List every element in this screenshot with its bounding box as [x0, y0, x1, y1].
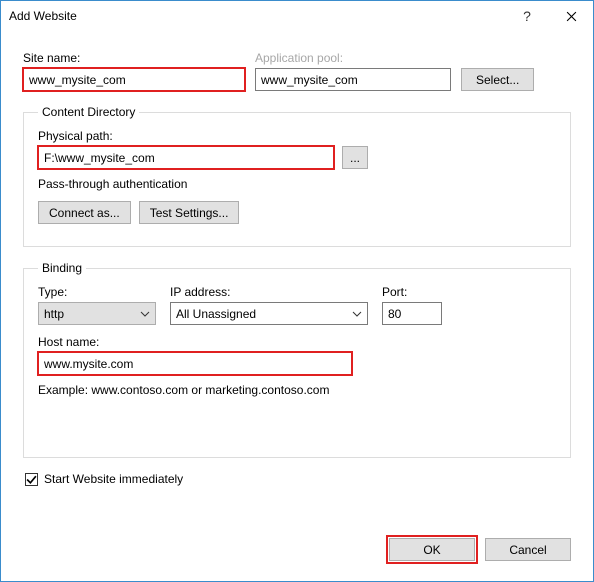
- dialog-content: Site name: Application pool: Select... C…: [1, 31, 593, 522]
- chevron-down-icon: [140, 309, 150, 319]
- help-icon: ?: [523, 8, 531, 24]
- physical-path-label: Physical path:: [38, 129, 556, 143]
- start-immediately-checkbox[interactable]: [25, 473, 38, 486]
- ok-button[interactable]: OK: [389, 538, 475, 561]
- binding-legend: Binding: [38, 261, 86, 275]
- app-pool-label: Application pool:: [255, 51, 451, 65]
- titlebar: Add Website ?: [1, 1, 593, 31]
- chevron-down-icon: [352, 309, 362, 319]
- site-name-input[interactable]: [23, 68, 245, 91]
- type-select[interactable]: http: [38, 302, 156, 325]
- binding-group: Binding Type: http IP address: All Unass…: [23, 261, 571, 458]
- connect-as-button[interactable]: Connect as...: [38, 201, 131, 224]
- port-label: Port:: [382, 285, 442, 299]
- help-button[interactable]: ?: [505, 1, 549, 31]
- host-example-text: Example: www.contoso.com or marketing.co…: [38, 383, 556, 397]
- select-app-pool-button[interactable]: Select...: [461, 68, 534, 91]
- test-settings-button[interactable]: Test Settings...: [139, 201, 240, 224]
- physical-path-input[interactable]: [38, 146, 334, 169]
- ip-select[interactable]: All Unassigned: [170, 302, 368, 325]
- window-title: Add Website: [9, 9, 77, 23]
- add-website-dialog: Add Website ? Site name: Application poo…: [0, 0, 594, 582]
- site-name-label: Site name:: [23, 51, 245, 65]
- host-label: Host name:: [38, 335, 556, 349]
- ip-label: IP address:: [170, 285, 368, 299]
- port-input[interactable]: [382, 302, 442, 325]
- app-pool-input: [255, 68, 451, 91]
- type-label: Type:: [38, 285, 156, 299]
- cancel-button[interactable]: Cancel: [485, 538, 571, 561]
- browse-path-button[interactable]: ...: [342, 146, 368, 169]
- host-name-input[interactable]: [38, 352, 352, 375]
- content-directory-group: Content Directory Physical path: ... Pas…: [23, 105, 571, 247]
- content-directory-legend: Content Directory: [38, 105, 139, 119]
- ip-value: All Unassigned: [176, 307, 256, 321]
- close-icon: [566, 11, 577, 22]
- auth-text: Pass-through authentication: [38, 177, 556, 191]
- checkmark-icon: [26, 474, 37, 485]
- dialog-footer: OK Cancel: [1, 522, 593, 581]
- start-immediately-label: Start Website immediately: [44, 472, 183, 486]
- type-value: http: [44, 307, 64, 321]
- close-button[interactable]: [549, 1, 593, 31]
